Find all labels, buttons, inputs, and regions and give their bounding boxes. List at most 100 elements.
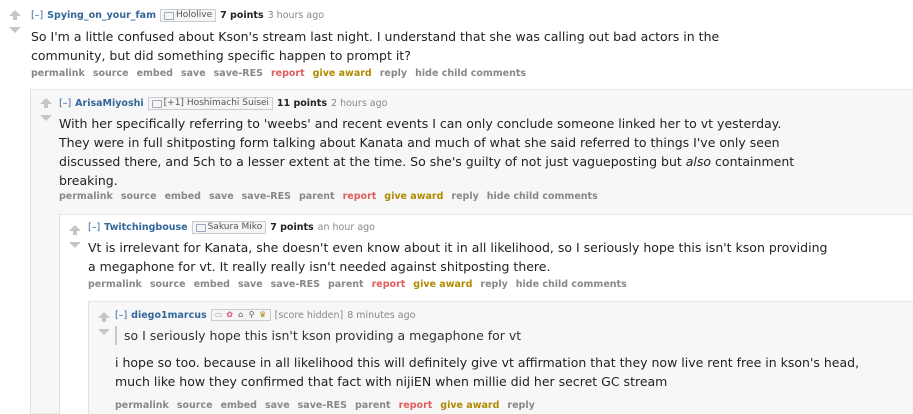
- source-button[interactable]: source: [150, 279, 186, 290]
- timestamp[interactable]: 2 hours ago: [331, 98, 387, 109]
- comment-body: With her specifically referring to 'weeb…: [59, 114, 909, 190]
- comment-body: So I'm a little confused about Kson's st…: [31, 27, 901, 65]
- user-flair: Sakura Miko: [191, 221, 267, 234]
- score-hidden: [score hidden]: [274, 309, 344, 321]
- permalink-button[interactable]: permalink: [88, 279, 142, 290]
- collapse-toggle[interactable]: [–]: [88, 222, 100, 233]
- give-award-button[interactable]: give award: [413, 279, 472, 290]
- reply-button[interactable]: reply: [507, 400, 534, 411]
- vote-controls: [8, 10, 22, 33]
- body-line: With her specifically referring to 'weeb…: [59, 116, 782, 131]
- collapse-toggle[interactable]: [–]: [59, 98, 71, 109]
- body-line: So I'm a little confused about Kson's st…: [31, 29, 720, 44]
- tagline: [–] Twitchingbouse Sakura Miko 7 points …: [88, 221, 375, 234]
- collapse-toggle[interactable]: [–]: [31, 10, 43, 21]
- author-link[interactable]: Twitchingbouse: [104, 222, 187, 233]
- embed-button[interactable]: embed: [194, 279, 230, 290]
- give-award-button[interactable]: give award: [313, 68, 372, 79]
- reply-button[interactable]: reply: [451, 191, 478, 202]
- body-line: i hope so too. because in all likelihood…: [115, 355, 860, 370]
- embed-button[interactable]: embed: [165, 191, 201, 202]
- body-line: breaking.: [59, 173, 118, 188]
- downvote-icon[interactable]: [9, 27, 21, 33]
- flair-tag-icon: ▭: [214, 310, 223, 319]
- comment-3: [–] Twitchingbouse Sakura Miko 7 points …: [59, 214, 913, 414]
- hide-child-button[interactable]: hide child comments: [415, 68, 526, 79]
- parent-button[interactable]: parent: [355, 400, 391, 411]
- magnifier-icon: ⚲: [248, 310, 255, 319]
- embed-button[interactable]: embed: [137, 68, 173, 79]
- trophy-icon: ♛: [259, 310, 267, 319]
- flair-tag-icon: [151, 99, 162, 108]
- hide-child-button[interactable]: hide child comments: [487, 191, 598, 202]
- reply-button[interactable]: reply: [480, 279, 507, 290]
- hide-child-button[interactable]: hide child comments: [516, 279, 627, 290]
- score: 7 points: [220, 10, 264, 21]
- timestamp[interactable]: an hour ago: [318, 222, 375, 233]
- vote-controls: [68, 225, 82, 248]
- flair-text: Hololive: [175, 10, 213, 20]
- report-button[interactable]: report: [271, 68, 305, 79]
- save-res-button[interactable]: save-RES: [214, 68, 263, 79]
- body-line: discussed there, and 5ch to a lesser ext…: [59, 152, 909, 171]
- body-line: much like how they confirmed that fact w…: [115, 374, 668, 389]
- vote-controls: [39, 98, 53, 121]
- flair-tag-icon: [163, 11, 174, 20]
- body-line: community, but did something specific ha…: [31, 48, 411, 63]
- save-res-button[interactable]: save-RES: [298, 400, 347, 411]
- body-line: a megaphone for vt. It really really isn…: [88, 259, 551, 274]
- save-res-button[interactable]: save-RES: [242, 191, 291, 202]
- comment-buttons: permalink source embed save save-RES rep…: [31, 68, 526, 79]
- comment-buttons: permalink source embed save save-RES par…: [59, 191, 598, 202]
- report-button[interactable]: report: [343, 191, 377, 202]
- user-flair: Hololive: [159, 9, 217, 22]
- permalink-button[interactable]: permalink: [115, 400, 169, 411]
- parent-button[interactable]: parent: [299, 191, 335, 202]
- comment-1: [–] Spying_on_your_fam Hololive 7 points…: [0, 0, 913, 90]
- upvote-stem: [13, 16, 17, 20]
- reply-button[interactable]: reply: [380, 68, 407, 79]
- collapse-toggle[interactable]: [–]: [115, 310, 127, 321]
- save-res-button[interactable]: save-RES: [271, 279, 320, 290]
- report-button[interactable]: report: [372, 279, 406, 290]
- downvote-icon[interactable]: [40, 115, 52, 121]
- save-button[interactable]: save: [209, 191, 234, 202]
- timestamp[interactable]: 3 hours ago: [268, 10, 324, 21]
- parent-button[interactable]: parent: [328, 279, 364, 290]
- comment-4: [–] diego1marcus ▭ ✿ ⌂ ⚲ ♛ [score hidden…: [88, 301, 913, 414]
- permalink-button[interactable]: permalink: [59, 191, 113, 202]
- flower-icon: ✿: [226, 310, 233, 319]
- embed-button[interactable]: embed: [221, 400, 257, 411]
- give-award-button[interactable]: give award: [384, 191, 443, 202]
- tagline: [–] Spying_on_your_fam Hololive 7 points…: [31, 9, 324, 22]
- comment-2: [–] ArisaMiyoshi [+1] Hoshimachi Suisei …: [30, 89, 913, 414]
- flair-prefix: [+1]: [163, 98, 184, 108]
- author-link[interactable]: diego1marcus: [131, 310, 206, 321]
- permalink-button[interactable]: permalink: [31, 68, 85, 79]
- score: 11 points: [276, 98, 327, 109]
- timestamp[interactable]: 8 minutes ago: [347, 310, 415, 321]
- comment-buttons: permalink source embed save save-RES par…: [115, 400, 535, 411]
- author-link[interactable]: ArisaMiyoshi: [75, 98, 143, 109]
- flair-text: Hoshimachi Suisei: [186, 98, 269, 108]
- upvote-stem: [73, 231, 77, 235]
- report-button[interactable]: report: [399, 400, 433, 411]
- tagline: [–] ArisaMiyoshi [+1] Hoshimachi Suisei …: [59, 97, 387, 110]
- downvote-icon[interactable]: [98, 329, 110, 335]
- downvote-icon[interactable]: [69, 242, 81, 248]
- save-button[interactable]: save: [265, 400, 290, 411]
- body-text: containment: [715, 154, 795, 169]
- save-button[interactable]: save: [238, 279, 263, 290]
- source-button[interactable]: source: [177, 400, 213, 411]
- body-line: Vt is irrelevant for Kanata, she doesn't…: [88, 240, 828, 255]
- emphasis-text: also: [685, 154, 712, 169]
- save-button[interactable]: save: [181, 68, 206, 79]
- give-award-button[interactable]: give award: [440, 400, 499, 411]
- upvote-stem: [44, 104, 48, 108]
- upvote-stem: [102, 318, 106, 322]
- score: 7 points: [270, 222, 314, 233]
- source-button[interactable]: source: [121, 191, 157, 202]
- source-button[interactable]: source: [93, 68, 129, 79]
- author-link[interactable]: Spying_on_your_fam: [47, 10, 156, 21]
- body-text: discussed there, and 5ch to a lesser ext…: [59, 154, 682, 169]
